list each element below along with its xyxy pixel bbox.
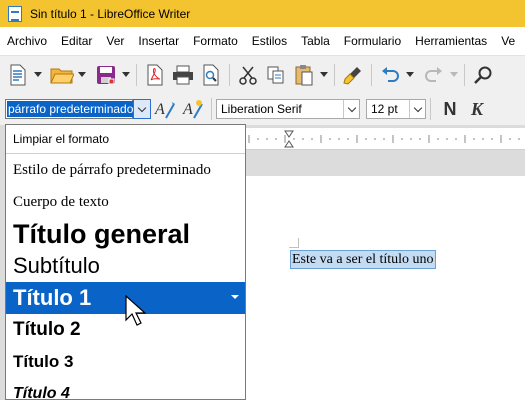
toolbar-separator — [464, 63, 465, 86]
menu-archivo[interactable]: Archivo — [0, 34, 54, 48]
svg-text:A: A — [182, 101, 193, 118]
indent-marker-icon — [284, 130, 294, 148]
standard-toolbar — [0, 55, 525, 93]
menu-herramientas[interactable]: Herramientas — [408, 34, 494, 48]
font-name-combo[interactable]: Liberation Serif — [216, 99, 360, 119]
window-title: Sin título 1 - LibreOffice Writer — [30, 6, 191, 21]
new-document-icon[interactable] — [4, 61, 32, 89]
export-pdf-icon[interactable] — [141, 61, 169, 89]
toolbar-separator — [229, 63, 230, 86]
chevron-down-icon — [413, 103, 422, 112]
paragraph-style-dropdown-button[interactable] — [133, 99, 151, 119]
open-caret[interactable] — [76, 61, 88, 89]
find-icon[interactable] — [469, 61, 497, 89]
menu-formulario[interactable]: Formulario — [337, 34, 408, 48]
redo-caret — [448, 61, 460, 89]
style-options-arrow-icon[interactable] — [231, 295, 239, 299]
paragraph-style-value[interactable]: párrafo predeterminado — [7, 101, 135, 117]
menu-formato[interactable]: Formato — [186, 34, 245, 48]
toolbar-separator — [211, 98, 212, 120]
paste-caret[interactable] — [318, 61, 330, 89]
undo-icon[interactable] — [376, 61, 404, 89]
style-item-subtitle[interactable]: Subtítulo — [6, 250, 245, 282]
paragraph-style-combo[interactable]: párrafo predeterminado — [5, 99, 135, 119]
chevron-down-icon — [347, 103, 356, 112]
font-size-dropdown-button[interactable] — [409, 100, 425, 118]
menu-ver[interactable]: Ver — [99, 34, 131, 48]
chevron-down-icon — [137, 103, 147, 112]
print-preview-icon[interactable] — [197, 61, 225, 89]
update-style-icon[interactable]: A — [151, 95, 179, 123]
print-icon[interactable] — [169, 61, 197, 89]
menu-editar[interactable]: Editar — [54, 34, 99, 48]
style-item-body-text[interactable]: Cuerpo de texto — [6, 186, 245, 218]
title-bar: Sin título 1 - LibreOffice Writer — [0, 0, 525, 27]
font-size-value[interactable]: 12 pt — [371, 102, 398, 116]
paste-icon[interactable] — [290, 61, 318, 89]
document-page[interactable] — [245, 176, 525, 400]
save-icon[interactable] — [92, 61, 120, 89]
save-caret[interactable] — [120, 61, 132, 89]
font-size-combo[interactable]: 12 pt — [366, 99, 426, 119]
new-document-caret[interactable] — [32, 61, 44, 89]
horizontal-ruler[interactable] — [245, 128, 525, 150]
menu-bar: Archivo Editar Ver Insertar Formato Esti… — [0, 27, 525, 55]
formatting-toolbar: párrafo predeterminado A A Liberation Se… — [0, 93, 525, 125]
mouse-pointer-icon — [125, 295, 147, 331]
toolbar-separator — [136, 63, 137, 86]
bold-button[interactable]: N — [435, 99, 465, 120]
text-boundary-corner — [289, 238, 299, 248]
paragraph-style-list: Limpiar el formato Estilo de párrafo pre… — [5, 124, 246, 400]
toolbar-separator — [430, 98, 431, 120]
style-item-default[interactable]: Estilo de párrafo predeterminado — [6, 154, 245, 186]
toolbar-separator — [334, 63, 335, 86]
redo-icon — [420, 61, 448, 89]
cut-icon[interactable] — [234, 61, 262, 89]
menu-insertar[interactable]: Insertar — [131, 34, 186, 48]
new-style-icon[interactable]: A — [179, 95, 207, 123]
menu-tabla[interactable]: Tabla — [294, 34, 337, 48]
undo-caret[interactable] — [404, 61, 416, 89]
menu-ventana[interactable]: Ve — [494, 34, 522, 48]
italic-button[interactable]: K — [465, 99, 489, 120]
copy-icon[interactable] — [262, 61, 290, 89]
menu-estilos[interactable]: Estilos — [245, 34, 294, 48]
font-name-dropdown-button[interactable] — [343, 100, 359, 118]
style-item-title[interactable]: Título general — [6, 218, 245, 250]
writer-app-icon — [8, 5, 22, 22]
font-name-value[interactable]: Liberation Serif — [221, 102, 302, 116]
style-item-heading-4[interactable]: Título 4 — [6, 378, 245, 399]
svg-text:A: A — [154, 101, 165, 118]
style-item-heading-3[interactable]: Título 3 — [6, 346, 245, 378]
clear-formatting-item[interactable]: Limpiar el formato — [6, 125, 245, 154]
style-item-heading-1-label: Título 1 — [13, 285, 92, 310]
selected-document-text[interactable]: Este va a ser el título uno — [290, 250, 436, 269]
toolbar-separator — [371, 63, 372, 86]
clone-formatting-icon[interactable] — [339, 61, 367, 89]
open-folder-icon[interactable] — [48, 61, 76, 89]
